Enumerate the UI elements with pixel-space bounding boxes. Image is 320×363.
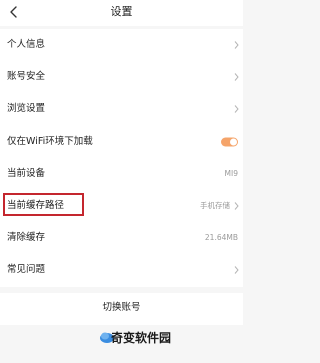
settings-item-clear-cache[interactable]: 清除缓存 21.64MB <box>0 222 243 254</box>
page-title: 设置 <box>110 5 133 18</box>
chevron-right-icon <box>234 73 239 82</box>
settings-item-label: 当前设备 <box>7 167 46 179</box>
chevron-right-icon <box>234 105 239 114</box>
settings-item-label: 常见问题 <box>7 264 46 276</box>
settings-item-label: 清除缓存 <box>7 232 46 244</box>
chevron-right-icon <box>234 41 239 49</box>
switch-account-button[interactable]: 切换账号 <box>0 293 243 325</box>
settings-item-current-device: 当前设备 MI9 <box>0 158 243 190</box>
settings-item-faq[interactable]: 常见问题 <box>0 254 243 286</box>
settings-item-label: 个人信息 <box>7 39 46 51</box>
settings-item-label: 浏览设置 <box>7 103 46 115</box>
settings-item-personal-info[interactable]: 个人信息 <box>0 29 243 61</box>
settings-list: 个人信息 账号安全 浏览设置 仅在WiFi环境下加载 当前设备 MI9 当前缓存… <box>0 29 243 287</box>
settings-item-wifi-only: 仅在WiFi环境下加载 <box>0 126 243 158</box>
settings-item-account-security[interactable]: 账号安全 <box>0 61 243 93</box>
chevron-right-icon <box>234 202 239 210</box>
watermark: 奇变软件园 <box>99 330 201 346</box>
settings-item-cache-path[interactable]: 当前缓存路径 手机存储 <box>0 190 243 222</box>
cache-path-value: 手机存储 <box>200 201 230 211</box>
switch-account-label: 切换账号 <box>102 302 141 313</box>
header: 设置 <box>0 0 243 26</box>
cache-size-value: 21.64MB <box>204 233 238 243</box>
current-device-value: MI9 <box>224 168 238 178</box>
watermark-text: 奇变软件园 <box>111 331 172 345</box>
settings-item-label: 仅在WiFi环境下加载 <box>7 135 93 147</box>
chevron-right-icon <box>234 266 239 275</box>
wifi-only-toggle[interactable] <box>221 137 238 147</box>
settings-item-label: 账号安全 <box>7 71 46 83</box>
settings-item-browse-settings[interactable]: 浏览设置 <box>0 93 243 125</box>
settings-item-label: 当前缓存路径 <box>7 200 65 212</box>
toggle-knob <box>230 138 237 146</box>
